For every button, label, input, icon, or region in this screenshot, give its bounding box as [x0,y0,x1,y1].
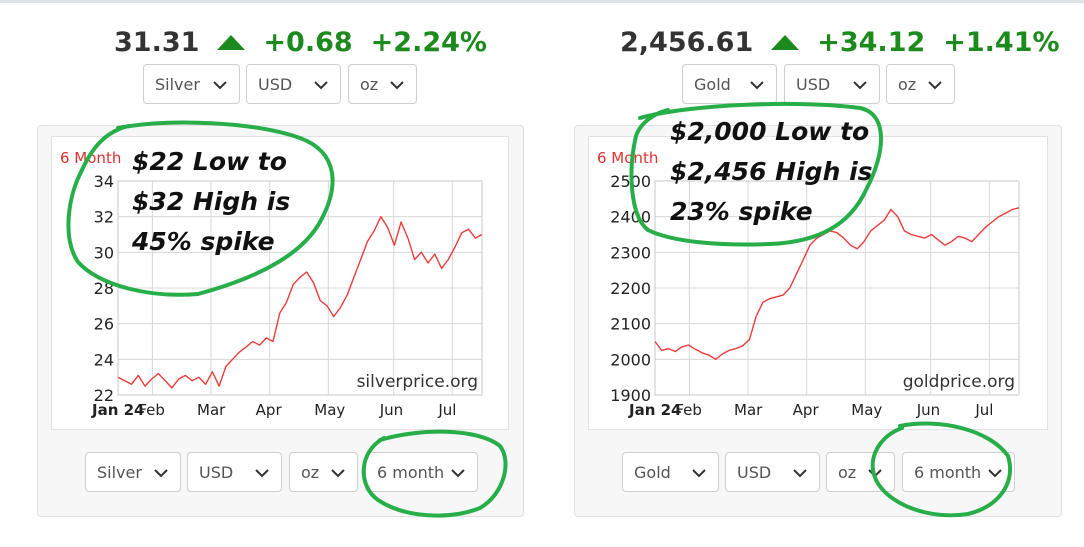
silver-top-currency-select[interactable]: USD [246,64,341,104]
x-tick-label: May [314,401,345,419]
x-tick-label: Jul [974,401,993,419]
chevron-down-icon [154,469,168,478]
x-tick-label: Apr [793,401,820,419]
y-tick-label: 34 [94,172,114,191]
x-tick-label: Jun [379,401,403,419]
silver-top-unit-select[interactable]: oz [348,64,417,104]
y-tick-label: 2100 [610,315,651,334]
select-value: USD [199,462,234,482]
y-tick-label: 32 [94,208,114,227]
gold-bottom-period-select[interactable]: 6 month [902,452,1015,492]
y-tick-label: 24 [94,350,114,369]
chevron-down-icon [928,81,942,90]
select-value: USD [258,74,293,94]
select-value: Silver [97,462,142,482]
chevron-down-icon [255,469,269,478]
select-value: 6 month [914,462,982,482]
select-value: oz [898,74,917,94]
silver-change: +0.68 [263,26,353,58]
chevron-down-icon [213,81,227,90]
select-value: Gold [694,74,731,94]
up-arrow-icon [217,34,246,50]
x-tick-label: Jun [916,401,940,419]
annotation-line: $2,000 Low to [670,117,870,146]
x-tick-label: Feb [138,401,165,419]
period-label: 6 Month [60,149,121,167]
x-tick-label: May [851,401,882,419]
silver-bottom-currency-select[interactable]: USD [187,452,282,492]
x-tick-label: Jan 24 [628,401,681,419]
gold-top-metal-select[interactable]: Gold [682,64,777,104]
silver-annotation: $22 Low to $32 High is 45% spike [132,142,290,262]
chevron-down-icon [314,81,328,90]
select-value: 6 month [377,462,445,482]
gold-price: 2,456.61 [620,26,754,58]
gold-bottom-metal-select[interactable]: Gold [622,452,719,492]
gold-quote: 2,456.61 +34.12 +1.41% [620,24,1060,60]
silver-bottom-period-select[interactable]: 6 month [365,452,478,492]
select-value: USD [737,462,772,482]
gold-annotation: $2,000 Low to $2,456 High is 23% spike [670,112,873,232]
gold-bottom-unit-select[interactable]: oz [826,452,895,492]
chevron-down-icon [451,469,465,478]
y-tick-label: 26 [94,315,114,334]
chevron-down-icon [692,469,706,478]
gold-change: +34.12 [817,26,926,58]
x-tick-label: Apr [256,401,283,419]
chevron-down-icon [750,81,764,90]
gold-change-percent: +1.41% [943,26,1060,58]
x-tick-label: Mar [197,401,226,419]
y-tick-label: 2000 [610,350,651,369]
annotation-line: $2,456 High is [670,157,873,186]
gold-top-unit-select[interactable]: oz [886,64,955,104]
silver-panel: 31.31 +0.68 +2.24% Silver USD oz 22 24 26 2… [0,0,540,547]
silver-change-percent: +2.24% [370,26,487,58]
chevron-down-icon [793,469,807,478]
select-value: USD [796,74,831,94]
select-value: oz [838,462,857,482]
annotation-line: 45% spike [132,227,275,256]
x-tick-label: Mar [734,401,763,419]
silver-bottom-metal-select[interactable]: Silver [85,452,181,492]
x-tick-label: Jul [437,401,456,419]
y-tick-label: 2500 [610,172,651,191]
annotation-line: $22 Low to [132,147,287,176]
select-value: Silver [155,74,200,94]
y-tick-label: 28 [94,279,114,298]
watermark-label: silverprice.org [357,372,478,392]
chevron-down-icon [853,81,867,90]
gold-top-currency-select[interactable]: USD [784,64,880,104]
silver-bottom-unit-select[interactable]: oz [289,452,358,492]
y-tick-label: 2300 [610,243,651,262]
silver-top-metal-select[interactable]: Silver [143,64,240,104]
select-value: Gold [634,462,671,482]
x-tick-label: Jan 24 [91,401,144,419]
x-tick-label: Feb [675,401,702,419]
watermark-label: goldprice.org [903,372,1015,392]
annotation-line: 23% spike [670,197,813,226]
silver-quote: 31.31 +0.68 +2.24% [114,24,487,60]
chevron-down-icon [988,469,1002,478]
y-tick-label: 30 [94,243,114,262]
gold-bottom-currency-select[interactable]: USD [725,452,820,492]
silver-price: 31.31 [114,26,200,58]
up-arrow-icon [771,34,800,50]
y-tick-label: 2200 [610,279,651,298]
chevron-down-icon [331,469,345,478]
period-label: 6 Month [597,149,658,167]
annotation-line: $32 High is [132,187,291,216]
chevron-down-icon [868,469,882,478]
select-value: oz [360,74,379,94]
gold-panel: 2,456.61 +34.12 +1.41% Gold USD oz 1900 2… [540,0,1084,547]
select-value: oz [301,462,320,482]
chevron-down-icon [390,81,404,90]
y-tick-label: 2400 [610,208,651,227]
